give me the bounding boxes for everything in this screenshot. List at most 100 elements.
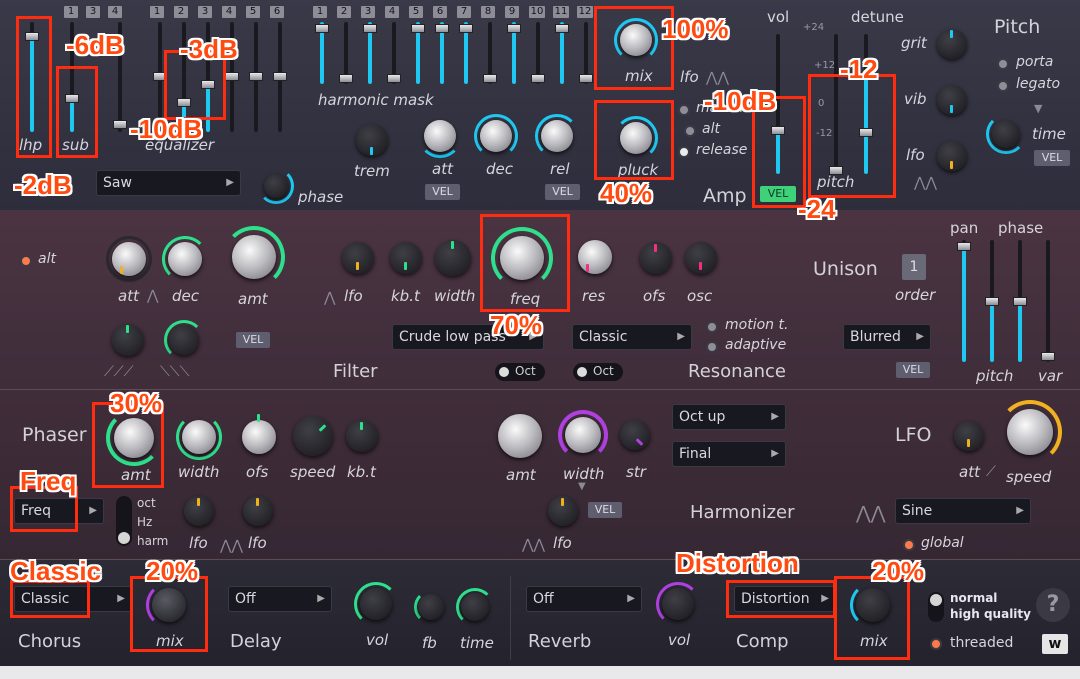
harmonizer-lfo-knob[interactable] <box>546 494 580 528</box>
grit-knob[interactable] <box>934 26 970 62</box>
piano-keyboard[interactable] <box>0 666 1080 679</box>
unison-vel-button[interactable]: VEL <box>896 362 930 378</box>
annotation-pluck-value: 40% <box>600 178 653 208</box>
waveform-select[interactable]: Saw ▶ <box>96 170 241 196</box>
unison-phase-fader[interactable] <box>1013 240 1027 362</box>
att-label: att <box>432 160 453 178</box>
delay-time-knob[interactable] <box>456 588 494 626</box>
harmonizer-str-knob[interactable] <box>618 418 652 452</box>
filter-vel-button[interactable]: VEL <box>236 332 270 348</box>
delay-section-title: Delay <box>230 631 282 652</box>
filter-env-knob-1[interactable] <box>108 320 148 360</box>
toggle-knob <box>577 367 587 377</box>
harmonizer-width-knob[interactable] <box>558 410 608 460</box>
mask-fader-12[interactable] <box>579 22 593 84</box>
phaser-speed-knob[interactable] <box>291 414 335 458</box>
lfo-att-knob[interactable] <box>952 419 986 453</box>
mask-fader-9[interactable] <box>507 22 521 84</box>
mask-fader-8[interactable] <box>483 22 497 84</box>
mask-fader-11[interactable] <box>555 22 569 84</box>
filter-res-knob[interactable] <box>574 236 616 278</box>
porta-radio[interactable] <box>997 58 1009 70</box>
lfo-speed-knob[interactable] <box>998 400 1062 464</box>
lfo-global-radio[interactable] <box>903 539 915 551</box>
unison-var-fader[interactable] <box>1041 240 1055 362</box>
rel-vel-button[interactable]: VEL <box>545 184 580 200</box>
dec-label: dec <box>486 160 513 178</box>
unison-type-select[interactable]: Blurred ▶ <box>843 324 931 350</box>
adaptive-radio[interactable] <box>706 341 718 353</box>
filter-alt-radio[interactable] <box>20 255 32 267</box>
legato-radio[interactable] <box>997 80 1009 92</box>
harmonizer-final-select[interactable]: Final ▶ <box>672 441 786 467</box>
delay-fb-knob[interactable] <box>414 590 448 624</box>
phaser-hz-label: Hz <box>137 515 153 529</box>
phaser-kbt-knob[interactable] <box>344 418 380 454</box>
eq-fader-6[interactable] <box>273 22 287 132</box>
brand-logo-icon[interactable]: w <box>1042 634 1068 654</box>
release-radio[interactable] <box>678 146 690 158</box>
resonance-oct-toggle[interactable]: Oct <box>573 363 623 381</box>
mask-fader-5[interactable] <box>411 22 425 84</box>
help-button[interactable]: ? <box>1036 588 1070 622</box>
mask-fader-6[interactable] <box>435 22 449 84</box>
delay-type-select[interactable]: Off ▶ <box>228 586 332 612</box>
mask-fader-1[interactable] <box>315 22 329 84</box>
filter-env-knob-2[interactable] <box>164 320 204 360</box>
filter-kbt-knob[interactable] <box>388 240 424 276</box>
unison-order-value[interactable]: 1 <box>902 254 926 280</box>
threaded-label: threaded <box>950 635 1014 651</box>
time-knob[interactable] <box>986 114 1026 154</box>
filter-dec-knob[interactable] <box>162 236 208 282</box>
filter-att-knob[interactable] <box>106 236 152 282</box>
filter-kbt-label: kb.t <box>391 287 420 305</box>
phaser-lfo-label-1: lfo <box>189 534 208 552</box>
harmonizer-vel-button[interactable]: VEL <box>588 502 622 518</box>
master-radio[interactable] <box>678 104 690 116</box>
delay-vol-label: vol <box>366 631 389 649</box>
adaptive-label: adaptive <box>725 337 787 353</box>
mask-fader-7[interactable] <box>459 22 473 84</box>
phaser-width-knob[interactable] <box>176 414 222 460</box>
filter-oct-toggle[interactable]: Oct <box>495 363 545 381</box>
phaser-lfo-knob-2[interactable] <box>241 494 275 528</box>
mask-fader-4[interactable] <box>387 22 401 84</box>
motion-radio[interactable] <box>706 321 718 333</box>
mask-fader-2[interactable] <box>339 22 353 84</box>
time-vel-button[interactable]: VEL <box>1034 150 1070 166</box>
harmonizer-oct-select[interactable]: Oct up ▶ <box>672 404 786 430</box>
trem-knob[interactable] <box>353 121 391 159</box>
mask-fader-10[interactable] <box>531 22 545 84</box>
reverb-vol-knob[interactable] <box>656 582 700 626</box>
unison-pitch-fader[interactable] <box>985 240 999 362</box>
phaser-ofs-knob[interactable] <box>236 414 282 460</box>
rel-knob[interactable] <box>535 114 579 158</box>
alt-radio[interactable] <box>684 125 696 137</box>
lfo-wave-select[interactable]: Sine ▶ <box>895 498 1031 524</box>
filter-amt-knob[interactable] <box>223 226 285 288</box>
filter-ofs-knob[interactable] <box>638 240 674 276</box>
delay-vol-knob[interactable] <box>354 582 398 626</box>
unison-pan-fader[interactable] <box>957 240 971 362</box>
pitch-lfo-knob[interactable] <box>934 138 970 174</box>
lfo-global-label: global <box>921 535 964 551</box>
lfo-att-label: att <box>959 463 980 481</box>
vib-knob[interactable] <box>934 82 970 118</box>
resonance-select[interactable]: Classic ▶ <box>572 324 692 350</box>
harmonizer-amt-knob[interactable] <box>490 406 550 466</box>
mask-fader-3[interactable] <box>363 22 377 84</box>
phase-knob[interactable] <box>258 168 294 204</box>
att-vel-button[interactable]: VEL <box>425 184 460 200</box>
filter-lfo-knob[interactable] <box>340 240 376 276</box>
triangle-down-icon: ▼ <box>578 481 586 492</box>
threaded-radio[interactable] <box>930 638 942 650</box>
eq-fader-5[interactable] <box>249 22 263 132</box>
phaser-unit-switch[interactable] <box>116 496 132 546</box>
reverb-type-select[interactable]: Off ▶ <box>526 586 642 612</box>
filter-osc-knob[interactable] <box>683 240 719 276</box>
att-knob[interactable] <box>418 114 462 158</box>
dec-knob[interactable] <box>474 114 518 158</box>
filter-width-knob[interactable] <box>432 237 474 279</box>
quality-switch[interactable] <box>928 592 944 622</box>
phaser-lfo-knob-1[interactable] <box>182 494 216 528</box>
